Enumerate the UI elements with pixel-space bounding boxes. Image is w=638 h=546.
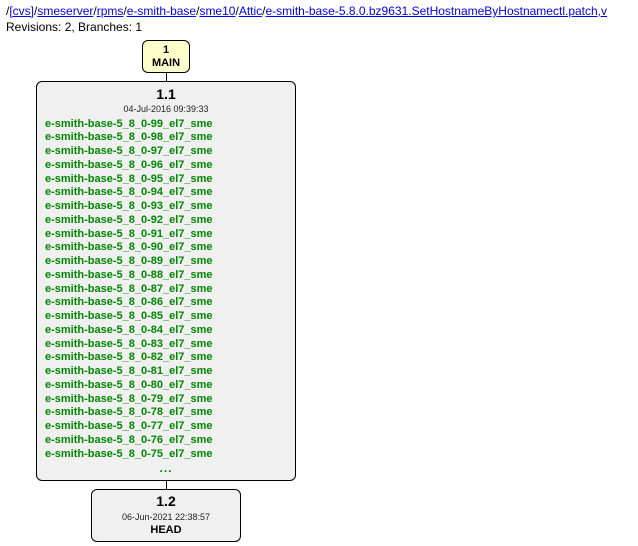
revision-tag: e-smith-base-5_8_0-87_el7_sme bbox=[45, 283, 287, 297]
revision-tag: e-smith-base-5_8_0-98_el7_sme bbox=[45, 131, 287, 145]
connector bbox=[166, 481, 167, 489]
revision-tag: e-smith-base-5_8_0-90_el7_sme bbox=[45, 241, 287, 255]
revision-box-2[interactable]: 1.2 06-Jun-2021 22:38:57 HEAD bbox=[91, 489, 241, 542]
connector bbox=[166, 73, 167, 81]
revision-version: 1.1 bbox=[45, 86, 287, 104]
revision-tag: e-smith-base-5_8_0-86_el7_sme bbox=[45, 296, 287, 310]
path-segment-link[interactable]: rpms bbox=[97, 4, 124, 18]
branch-box[interactable]: 1 MAIN bbox=[142, 40, 190, 73]
ellipsis: ... bbox=[45, 461, 287, 476]
revision-version: 1.2 bbox=[98, 493, 234, 511]
revision-date: 06-Jun-2021 22:38:57 bbox=[98, 512, 234, 523]
revision-tag: e-smith-base-5_8_0-78_el7_sme bbox=[45, 406, 287, 420]
revision-tag: e-smith-base-5_8_0-89_el7_sme bbox=[45, 255, 287, 269]
tag-list: e-smith-base-5_8_0-99_el7_smee-smith-bas… bbox=[45, 118, 287, 462]
head-label: HEAD bbox=[98, 524, 234, 538]
revision-tag: e-smith-base-5_8_0-96_el7_sme bbox=[45, 159, 287, 173]
revision-tag: e-smith-base-5_8_0-92_el7_sme bbox=[45, 214, 287, 228]
revision-tag: e-smith-base-5_8_0-97_el7_sme bbox=[45, 145, 287, 159]
path-segment-link[interactable]: [cvs] bbox=[9, 4, 34, 18]
revision-box-1[interactable]: 1.1 04-Jul-2016 09:39:33 e-smith-base-5_… bbox=[36, 81, 296, 482]
revision-tag: e-smith-base-5_8_0-80_el7_sme bbox=[45, 379, 287, 393]
breadcrumb: /[cvs]/smeserver/rpms/e-smith-base/sme10… bbox=[6, 4, 638, 20]
revision-tag: e-smith-base-5_8_0-85_el7_sme bbox=[45, 310, 287, 324]
path-segment-link[interactable]: e-smith-base bbox=[127, 4, 196, 18]
branch-number: 1 bbox=[149, 44, 183, 57]
revision-tag: e-smith-base-5_8_0-77_el7_sme bbox=[45, 420, 287, 434]
revision-graph: 1 MAIN 1.1 04-Jul-2016 09:39:33 e-smith-… bbox=[16, 40, 316, 542]
revision-tag: e-smith-base-5_8_0-84_el7_sme bbox=[45, 324, 287, 338]
revision-tag: e-smith-base-5_8_0-94_el7_sme bbox=[45, 186, 287, 200]
revision-tag: e-smith-base-5_8_0-88_el7_sme bbox=[45, 269, 287, 283]
revision-tag: e-smith-base-5_8_0-79_el7_sme bbox=[45, 393, 287, 407]
revision-tag: e-smith-base-5_8_0-91_el7_sme bbox=[45, 228, 287, 242]
revision-tag: e-smith-base-5_8_0-83_el7_sme bbox=[45, 338, 287, 352]
path-segment-link[interactable]: sme10 bbox=[199, 4, 235, 18]
revision-tag: e-smith-base-5_8_0-95_el7_sme bbox=[45, 173, 287, 187]
path-segment-link[interactable]: e-smith-base-5.8.0.bz9631.SetHostnameByH… bbox=[266, 4, 608, 18]
revision-tag: e-smith-base-5_8_0-82_el7_sme bbox=[45, 351, 287, 365]
revision-date: 04-Jul-2016 09:39:33 bbox=[45, 104, 287, 115]
revision-tag: e-smith-base-5_8_0-81_el7_sme bbox=[45, 365, 287, 379]
revision-tag: e-smith-base-5_8_0-93_el7_sme bbox=[45, 200, 287, 214]
revision-tag: e-smith-base-5_8_0-76_el7_sme bbox=[45, 434, 287, 448]
path-segment-link[interactable]: smeserver bbox=[37, 4, 93, 18]
meta-info: Revisions: 2, Branches: 1 bbox=[6, 20, 638, 34]
revision-tag: e-smith-base-5_8_0-75_el7_sme bbox=[45, 448, 287, 462]
branch-name: MAIN bbox=[149, 57, 183, 70]
path-segment-link[interactable]: Attic bbox=[239, 4, 262, 18]
revision-tag: e-smith-base-5_8_0-99_el7_sme bbox=[45, 118, 287, 132]
